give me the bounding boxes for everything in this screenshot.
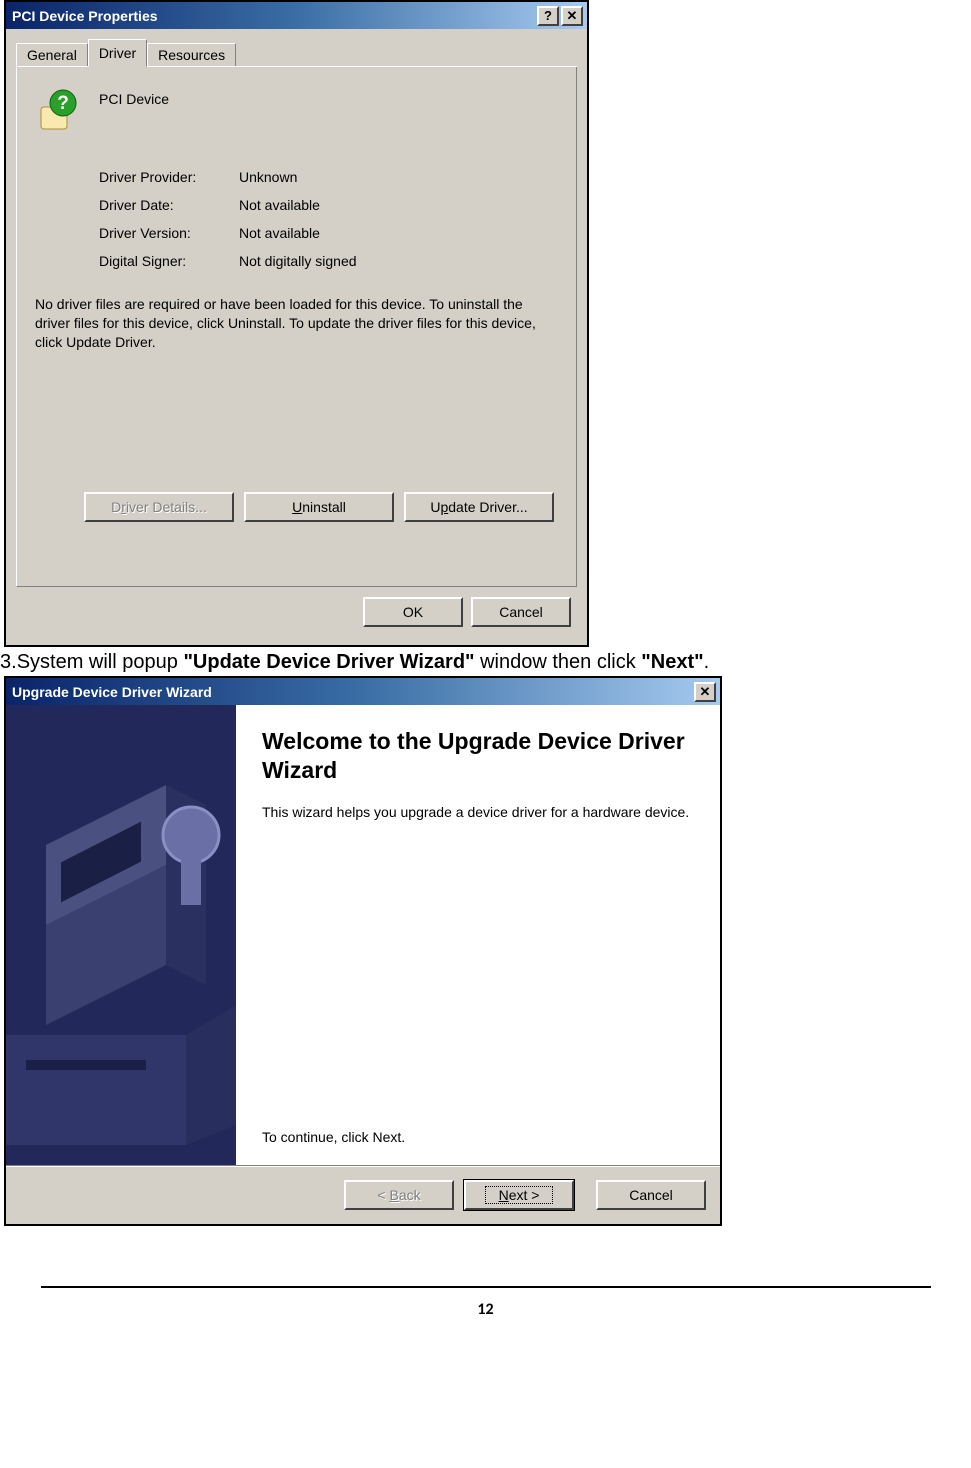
tabstrip: General Driver Resources bbox=[16, 41, 577, 67]
titlebar: PCI Device Properties ? ✕ bbox=[6, 2, 587, 29]
wizard-description: This wizard helps you upgrade a device d… bbox=[262, 803, 694, 822]
cancel-button[interactable]: Cancel bbox=[471, 597, 571, 627]
close-button[interactable]: ✕ bbox=[561, 6, 583, 26]
tab-resources[interactable]: Resources bbox=[147, 43, 236, 66]
update-driver-button[interactable]: Update Driver... bbox=[404, 492, 554, 522]
titlebar: Upgrade Device Driver Wizard ✕ bbox=[6, 678, 720, 705]
driver-version-value: Not available bbox=[239, 225, 320, 241]
close-icon: ✕ bbox=[700, 684, 711, 700]
digital-signer-value: Not digitally signed bbox=[239, 253, 357, 269]
driver-date-value: Not available bbox=[239, 197, 320, 213]
tab-panel-driver: ? PCI Device Driver Provider: Unknown Dr… bbox=[16, 67, 577, 587]
help-button[interactable]: ? bbox=[537, 6, 559, 26]
instruction-step-3: 3.System will popup "Update Device Drive… bbox=[0, 651, 971, 674]
wizard-heading: Welcome to the Upgrade Device Driver Wiz… bbox=[262, 727, 694, 785]
cancel-button[interactable]: Cancel bbox=[596, 1180, 706, 1210]
upgrade-wizard-dialog: Upgrade Device Driver Wizard ✕ bbox=[4, 676, 722, 1226]
driver-provider-value: Unknown bbox=[239, 169, 297, 185]
digital-signer-label: Digital Signer: bbox=[99, 253, 239, 269]
driver-provider-label: Driver Provider: bbox=[99, 169, 239, 185]
question-icon: ? bbox=[544, 8, 552, 23]
uninstall-button[interactable]: Uninstall bbox=[244, 492, 394, 522]
device-name: PCI Device bbox=[99, 89, 169, 107]
tab-general[interactable]: General bbox=[16, 43, 88, 66]
driver-note-text: No driver files are required or have bee… bbox=[35, 295, 558, 352]
window-title: PCI Device Properties bbox=[12, 8, 535, 24]
svg-text:?: ? bbox=[57, 93, 69, 114]
driver-date-label: Driver Date: bbox=[99, 197, 239, 213]
wizard-watermark-image bbox=[6, 705, 236, 1165]
back-button: < Back bbox=[344, 1180, 454, 1210]
footer-rule bbox=[41, 1286, 931, 1288]
pci-properties-dialog: PCI Device Properties ? ✕ General Driver… bbox=[4, 0, 589, 647]
wizard-continue-text: To continue, click Next. bbox=[262, 1129, 405, 1145]
window-title: Upgrade Device Driver Wizard bbox=[12, 684, 692, 700]
close-icon: ✕ bbox=[567, 8, 578, 24]
driver-version-label: Driver Version: bbox=[99, 225, 239, 241]
ok-button[interactable]: OK bbox=[363, 597, 463, 627]
close-button[interactable]: ✕ bbox=[694, 682, 716, 702]
driver-info-table: Driver Provider: Unknown Driver Date: No… bbox=[99, 169, 558, 269]
driver-details-button: Driver Details... bbox=[84, 492, 234, 522]
page-number: 12 bbox=[0, 1300, 971, 1319]
next-button[interactable]: Next > bbox=[464, 1180, 574, 1210]
unknown-device-icon: ? bbox=[35, 89, 79, 133]
tab-driver[interactable]: Driver bbox=[88, 39, 147, 67]
